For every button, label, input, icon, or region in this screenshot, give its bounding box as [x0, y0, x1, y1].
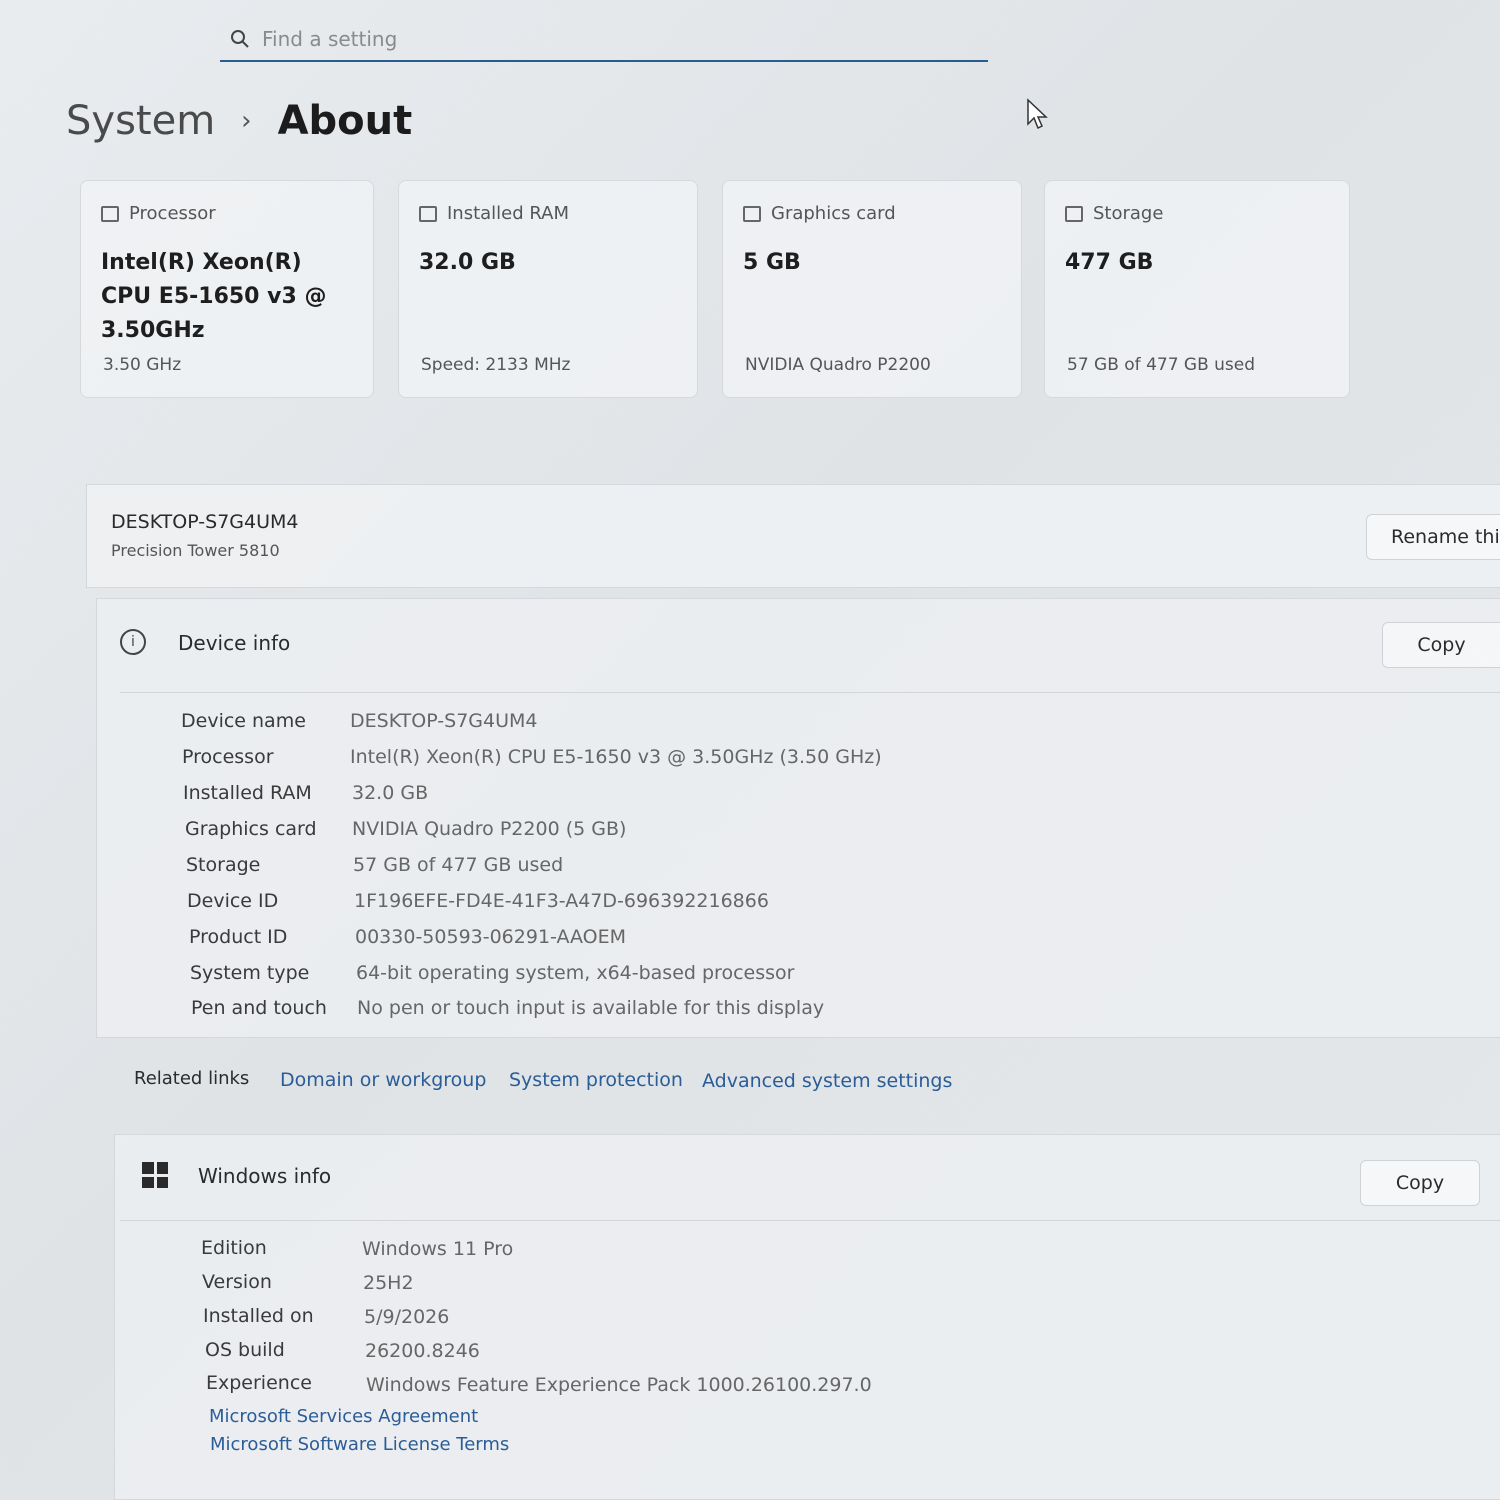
ram-card: Installed RAM 32.0 GB Speed: 2133 MHz [398, 180, 698, 398]
storage-label: Storage [186, 854, 261, 876]
search-input[interactable] [260, 26, 914, 52]
card-label: Graphics card [771, 203, 896, 224]
card-label: Storage [1093, 203, 1164, 224]
os-build-label: OS build [205, 1339, 285, 1361]
edition-value: Windows 11 Pro [362, 1238, 514, 1260]
storage-value: 57 GB of 477 GB used [353, 854, 564, 876]
card-value: Intel(R) Xeon(R) CPU E5-1650 v3 @ 3.50GH… [101, 250, 327, 343]
installed-ram-label: Installed RAM [183, 782, 312, 804]
processor-card: Processor Intel(R) Xeon(R) CPU E5-1650 v… [80, 180, 374, 398]
windows-info-title: Windows info [198, 1164, 332, 1188]
windows-logo-icon [142, 1162, 168, 1188]
breadcrumb-separator: › [241, 106, 252, 136]
storage-icon [1065, 205, 1083, 222]
graphics-card-label: Graphics card [185, 818, 317, 840]
services-agreement-link[interactable]: Microsoft Services Agreement [209, 1406, 478, 1427]
advanced-system-settings-link[interactable]: Advanced system settings [702, 1070, 952, 1092]
device-id-label: Device ID [187, 890, 279, 912]
info-icon: i [120, 629, 146, 655]
device-name-panel: DESKTOP-S7G4UM4 Precision Tower 5810 [86, 484, 1500, 588]
windows-info-copy-button[interactable]: Copy [1360, 1160, 1480, 1206]
card-value: 32.0 GB [419, 250, 516, 275]
card-value: 5 GB [743, 250, 801, 275]
mouse-cursor-icon [1027, 98, 1048, 130]
rename-pc-button[interactable]: Rename this PC [1366, 514, 1500, 560]
divider [120, 1220, 1500, 1221]
graphics-card: Graphics card 5 GB NVIDIA Quadro P2200 [722, 180, 1022, 398]
installed-on-label: Installed on [203, 1305, 314, 1327]
ram-icon [419, 205, 437, 222]
device-model: Precision Tower 5810 [111, 541, 280, 560]
related-links-label: Related links [134, 1068, 250, 1089]
card-value: 477 GB [1065, 250, 1154, 275]
experience-value: Windows Feature Experience Pack 1000.261… [366, 1374, 872, 1396]
card-label: Installed RAM [447, 203, 570, 224]
experience-label: Experience [206, 1372, 312, 1394]
system-protection-link[interactable]: System protection [509, 1069, 683, 1091]
device-info-title: Device info [178, 631, 291, 655]
processor-icon [101, 205, 119, 222]
graphics-card-icon [743, 205, 761, 222]
product-id-value: 00330-50593-06291-AAOEM [355, 926, 627, 948]
device-name-label: Device name [181, 710, 306, 732]
breadcrumb: System › About [66, 98, 412, 144]
system-type-value: 64-bit operating system, x64-based proce… [356, 962, 795, 984]
search-box[interactable] [220, 18, 988, 62]
processor-label: Processor [182, 746, 274, 768]
product-id-label: Product ID [189, 926, 288, 948]
processor-value: Intel(R) Xeon(R) CPU E5-1650 v3 @ 3.50GH… [350, 746, 882, 768]
card-label: Processor [129, 203, 216, 224]
pen-touch-label: Pen and touch [191, 997, 327, 1019]
license-terms-link[interactable]: Microsoft Software License Terms [210, 1434, 509, 1455]
version-label: Version [202, 1271, 272, 1293]
card-sub: Speed: 2133 MHz [421, 355, 571, 375]
device-name-value: DESKTOP-S7G4UM4 [350, 710, 538, 732]
pen-touch-value: No pen or touch input is available for t… [357, 997, 825, 1019]
edition-label: Edition [201, 1237, 267, 1259]
domain-workgroup-link[interactable]: Domain or workgroup [280, 1069, 486, 1091]
card-sub: 57 GB of 477 GB used [1067, 355, 1256, 375]
breadcrumb-system[interactable]: System [66, 98, 215, 144]
system-type-label: System type [190, 962, 310, 984]
search-icon [220, 29, 260, 49]
divider [120, 692, 1500, 693]
device-name: DESKTOP-S7G4UM4 [111, 511, 299, 533]
card-sub: NVIDIA Quadro P2200 [745, 355, 931, 375]
device-info-copy-button[interactable]: Copy [1382, 622, 1500, 668]
version-value: 25H2 [363, 1272, 414, 1294]
graphics-card-value: NVIDIA Quadro P2200 (5 GB) [352, 818, 627, 840]
installed-ram-value: 32.0 GB [352, 782, 429, 804]
os-build-value: 26200.8246 [365, 1340, 480, 1362]
storage-card: Storage 477 GB 57 GB of 477 GB used [1044, 180, 1350, 398]
installed-on-value: 5/9/2026 [364, 1306, 450, 1328]
card-sub: 3.50 GHz [103, 355, 182, 375]
device-id-value: 1F196EFE-FD4E-41F3-A47D-696392216866 [354, 890, 769, 912]
page-title: About [277, 98, 413, 144]
